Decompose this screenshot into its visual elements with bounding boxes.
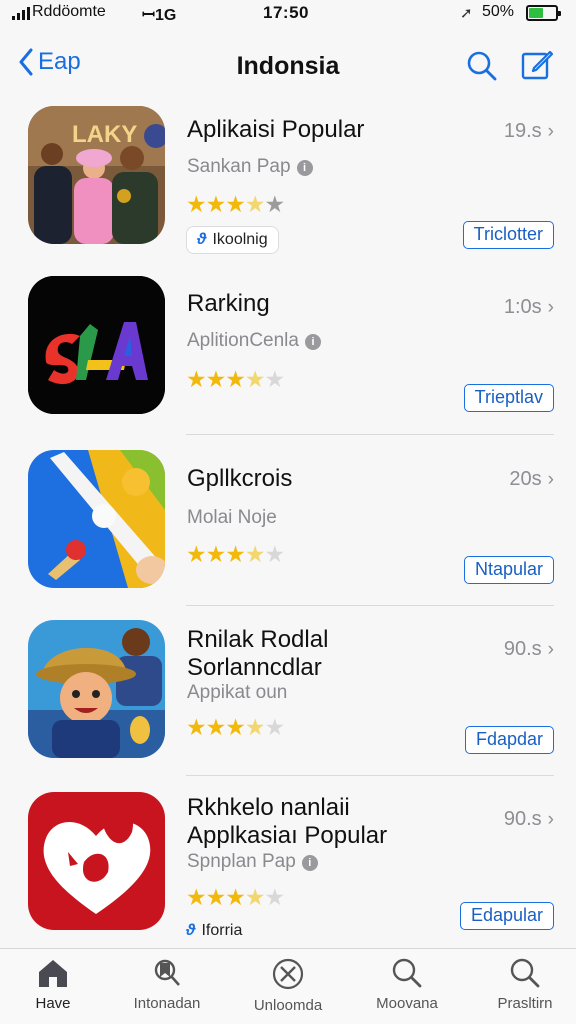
divider	[186, 434, 554, 435]
compose-icon	[521, 50, 554, 80]
app-size: 19.s ›	[503, 120, 554, 142]
app-subtitle: Molai Noje	[187, 507, 277, 528]
close-circle-icon	[272, 958, 304, 990]
battery-percent: 50%	[482, 3, 515, 20]
red-heart-icon	[28, 792, 165, 930]
info-icon: i	[304, 334, 321, 350]
app-title: Rkhkelo nanlaii Applkasiaı Popular	[187, 794, 388, 849]
tab-home[interactable]: Have	[0, 957, 108, 1013]
info-icon: i	[296, 160, 313, 176]
app-title: Rnilak Rodlal Sorlanncdlar	[187, 626, 329, 681]
app-tag: ϑ Ikoolnig	[186, 226, 279, 254]
app-size: 20s ›	[509, 468, 554, 490]
app-subtitle: AplitionCenla i	[187, 330, 321, 352]
home-icon	[39, 960, 67, 987]
divider	[186, 775, 554, 776]
status-bar: Rddöomte ꟷ1G 17:50 ➚ 50%	[0, 0, 576, 28]
tab-bar: Have Intonadan Unloomda Moovana Prasltir…	[0, 948, 576, 1024]
list-item[interactable]: Rkhkelo nanlaii Applkasiaı Popular Spnpla…	[0, 784, 576, 946]
tab-close[interactable]: Unloomda	[233, 957, 343, 1015]
app-subtitle: Sankan Pap i	[187, 156, 313, 178]
bookmark-icon	[154, 959, 180, 986]
app-title: Aplikaisi Popular	[187, 116, 365, 143]
battery-icon	[526, 5, 561, 21]
compose-button[interactable]	[520, 48, 554, 87]
divider	[186, 605, 554, 606]
app-tag: ϑ Iforria	[186, 922, 243, 939]
carrier-name: Rddöomte	[32, 3, 106, 20]
list-item[interactable]: Gpllkcrois Molai Noje ★★★★★ 20s › Ntapula…	[0, 443, 576, 606]
search-icon	[510, 958, 540, 988]
get-button[interactable]: Edapular	[459, 902, 554, 930]
search-button[interactable]	[466, 50, 498, 87]
app-size: 90.s ›	[503, 808, 554, 830]
cartoon-character-icon	[28, 620, 165, 758]
app-title: Gpllkcrois	[187, 465, 293, 492]
search-icon	[392, 958, 422, 988]
navigation-bar: Eap Indonsia	[0, 40, 576, 96]
get-button[interactable]: Fdapdar	[464, 726, 554, 754]
app-size: 90.s ›	[503, 638, 554, 660]
app-subtitle: Spnplan Pap i	[187, 851, 318, 873]
list-item[interactable]: Rarking AplitionCenla i ★★★★★ 1:0s › Triep…	[0, 268, 576, 435]
star-rating: ★★★★★	[186, 714, 285, 740]
star-rating: ★★★★★	[186, 884, 285, 910]
list-item[interactable]: LAKY Aplikaisi Popular Sankan Pap i ★★★★★…	[0, 98, 576, 268]
tab-search[interactable]: Moovana	[352, 957, 462, 1013]
get-button[interactable]: Trieptlav	[463, 384, 554, 412]
app-subtitle: Appikat oun	[187, 682, 288, 703]
info-icon: i	[301, 855, 318, 871]
star-rating: ★★★★★	[186, 366, 285, 392]
star-rating: ★★★★★	[186, 191, 285, 217]
list-item[interactable]: Rnilak Rodlal Sorlanncdlar Appikat oun ★★…	[0, 614, 576, 776]
get-button[interactable]: Triclotter	[462, 221, 554, 249]
network-type: ꟷ1G	[142, 7, 177, 24]
clock: 17:50	[263, 3, 309, 22]
tab-bookmark[interactable]: Intonadan	[112, 957, 222, 1013]
colorful-letters-icon	[28, 276, 165, 414]
signal-icon	[12, 7, 30, 20]
star-rating: ★★★★★	[186, 541, 285, 567]
stick-game-icon	[28, 450, 165, 588]
app-size: 1:0s ›	[503, 296, 554, 318]
people-photo-icon: LAKY	[28, 106, 165, 244]
get-button[interactable]: Ntapular	[463, 556, 554, 584]
svg-text:LAKY: LAKY	[72, 121, 137, 148]
search-icon	[467, 51, 497, 81]
location-icon: ➚	[460, 5, 473, 22]
tab-search-2[interactable]: Prasltirn	[470, 957, 576, 1013]
app-title: Rarking	[187, 290, 270, 317]
